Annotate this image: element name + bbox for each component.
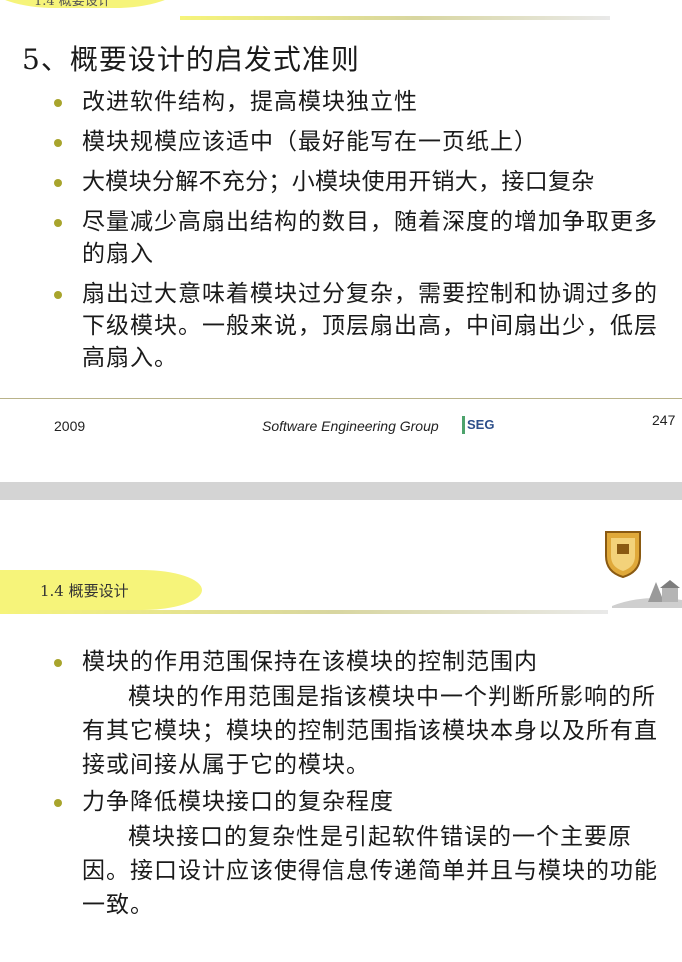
bullet-item: 尽量减少高扇出结构的数目，随着深度的增加争取更多的扇入 (48, 206, 680, 270)
slide1-header-pill: 1.4 概要设计 (0, 0, 180, 8)
slide1-header-rule (180, 16, 610, 20)
bullet-item: 力争降低模块接口的复杂程度 (48, 786, 668, 818)
bullet-dot-icon (54, 139, 62, 147)
slide2-header-pill: 1.4 概要设计 (0, 570, 202, 610)
bullet-item: 大模块分解不充分；小模块使用开销大，接口复杂 (48, 166, 680, 198)
slide2-bullet-1: 模块的作用范围保持在该模块的控制范围内 (48, 646, 668, 678)
bullet-paragraph: 模块的作用范围是指该模块中一个判断所影响的所有其它模块；模块的控制范围指该模块本… (82, 684, 658, 778)
bullet-dot-icon (54, 179, 62, 187)
slide1-bullet-list: 改进软件结构，提高模块独立性 模块规模应该适中（最好能写在一页纸上） 大模块分解… (48, 86, 680, 374)
slide-1: 1.4 概要设计 5、概要设计的启发式准则 改进软件结构，提高模块独立性 模块规… (0, 0, 682, 482)
slide-separator (0, 482, 682, 500)
slide2-header-label: 1.4 概要设计 (40, 581, 129, 600)
slide2-header-rule (0, 610, 608, 614)
bullet-dot-icon (54, 799, 62, 807)
footer-divider (0, 398, 682, 399)
building-icon (622, 0, 682, 6)
bullet-dot-icon (54, 291, 62, 299)
bullet-dot-icon (54, 659, 62, 667)
slide-title: 5、概要设计的启发式准则 (22, 43, 360, 76)
slide2-bullet-2: 力争降低模块接口的复杂程度 (48, 786, 668, 818)
bullet-paragraph: 模块接口的复杂性是引起软件错误的一个主要原因。接口设计应该使得信息传递简单并且与… (82, 824, 658, 918)
bullet-item: 扇出过大意味着模块过分复杂，需要控制和协调过多的下级模块。一般来说，顶层扇出高，… (48, 278, 680, 374)
building-icon (612, 580, 682, 608)
slide-2: 1.4 概要设计 模块的作用范围保持在该模块的控制范围内 模块的作用范围是指该模… (0, 500, 682, 962)
bullet-dot-icon (54, 219, 62, 227)
bullet-item: 模块规模应该适中（最好能写在一页纸上） (48, 126, 680, 158)
seg-logo: SEG (462, 416, 501, 434)
bullet-dot-icon (54, 99, 62, 107)
bullet-item: 改进软件结构，提高模块独立性 (48, 86, 680, 118)
bullet-item: 模块的作用范围保持在该模块的控制范围内 (48, 646, 668, 678)
slide1-header-label: 1.4 概要设计 (34, 0, 111, 9)
page-number: 247 (652, 412, 676, 428)
footer-year: 2009 (54, 418, 86, 434)
slide2-content: 模块的作用范围保持在该模块的控制范围内 模块的作用范围是指该模块中一个判断所影响… (48, 646, 668, 922)
footer-group-name: Software Engineering Group (262, 418, 439, 434)
